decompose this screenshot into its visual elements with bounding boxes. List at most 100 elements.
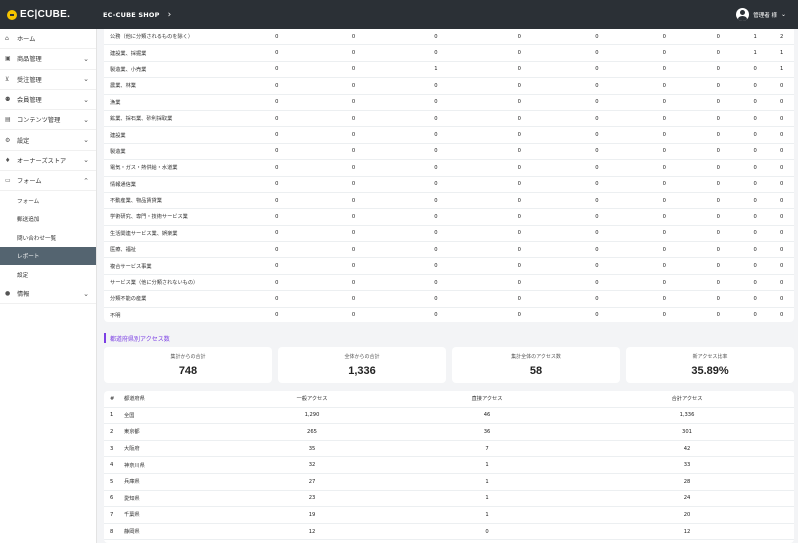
row-label: 漁業 [110,99,121,106]
table-cell: 0 [716,213,720,220]
table-cell: 0 [716,279,720,286]
table-cell: 0 [351,213,356,220]
table-cell: 0 [595,197,599,204]
table-cell: 28 [683,478,691,485]
table-cell: 0 [517,230,521,237]
row-label: 製造業 [110,148,126,155]
table-cell: 3 [110,445,114,452]
table-row: 漁業 0 0 0 0 0 0 0 0 0 [104,95,794,111]
sidebar-item-label: 情報 [17,291,30,299]
prefecture-table: # 都道府県 一般アクセス 直接アクセス 合計アクセス 1 全国 1,290 46 1,336 2 東… [104,391,794,543]
table-cell: 0 [275,148,279,155]
table-cell: 0 [517,33,521,40]
table-cell: 0 [753,263,757,270]
table-cell: 0 [517,246,521,253]
table-cell: 0 [517,295,521,302]
table-cell: 0 [351,115,356,122]
table-cell: 1 [110,412,114,419]
table-cell: 0 [780,279,784,286]
table-cell: 1,336 [679,412,695,419]
table-cell: 0 [517,115,521,122]
table-cell: 0 [351,132,356,139]
table-cell: 42 [683,445,691,452]
table-cell: 0 [275,33,279,40]
table-cell: 0 [351,148,356,155]
table-cell: 24 [683,495,691,502]
chevron-right-icon: › [167,9,172,20]
shop-link[interactable]: EC-CUBE SHOP › [103,10,171,20]
table-cell: 0 [517,148,521,155]
sidebar-subitem-4[interactable]: 設定 [0,265,96,284]
sidebar-item-1[interactable]: ▣ 商品管理 ⌄ [0,49,96,70]
table-cell: 0 [780,312,784,319]
table-cell: 0 [351,50,356,57]
table-cell: 0 [517,132,521,139]
table-cell: 265 [307,428,317,435]
table-row: 建設業 0 0 0 0 0 0 0 0 0 [104,127,794,144]
sidebar-subitem-0[interactable]: フォーム [0,191,96,210]
table-cell: 0 [780,148,784,155]
table-cell: 0 [716,197,720,204]
sidebar-subitem-2[interactable]: 問い合わせ一覧 [0,228,96,247]
table-cell: 1 [485,478,489,485]
table-cell: 0 [595,82,599,89]
row-label: 情報通信業 [110,181,136,188]
table-cell: 0 [595,312,599,319]
table-cell: 0 [434,164,438,171]
table-cell: 0 [434,230,438,237]
table-cell: 0 [662,213,666,220]
table-cell: 0 [716,312,720,319]
sidebar-item-0[interactable]: ⌂ ホーム [0,29,96,50]
card-value: 58 [529,365,543,377]
row-label: 不明 [110,312,121,319]
row-label: 公務（他に分類されるものを除く） [110,34,194,41]
sidebar-item-4[interactable]: ▤ コンテンツ管理 ⌄ [0,110,96,131]
table-cell: 1 [780,50,784,57]
row-label: 分類不能の産業 [110,296,147,303]
table-cell: 2 [110,428,114,435]
table-cell: 0 [275,213,279,220]
table-cell: 全国 [124,412,135,419]
sidebar-subitem-3[interactable]: レポート [0,246,96,266]
chevron-down-icon: ⌄ [83,54,89,63]
chevron-down-icon: ⌄ [83,95,89,104]
table-cell: 0 [716,263,720,270]
table-row: 4 神奈川県 32 1 33 [104,457,794,474]
table-cell: 0 [351,99,356,106]
chevron-down-icon: ⌄ [83,156,89,165]
sidebar-item-6[interactable]: ♦ オーナーズストア ⌄ [0,151,96,172]
table-cell: 0 [434,295,438,302]
table-cell: 0 [351,197,356,204]
user-menu[interactable]: 管理者 様 ⌄ [736,8,786,21]
sidebar-item-3[interactable]: ⚉ 会員管理 ⌄ [0,90,96,111]
sidebar-item-5[interactable]: ⚙ 設定 ⌄ [0,130,96,151]
table-cell: 0 [434,115,438,122]
logo[interactable]: EC|CUBE. [0,0,97,29]
card-value: 35.89% [691,365,729,377]
table-cell: 0 [275,246,279,253]
card-value: 1,336 [348,365,376,377]
card-label: 新アクセス比率 [692,354,728,360]
sidebar-item-label: オーナーズストア [17,157,67,165]
table-cell: 5 [110,478,114,485]
table-cell: 0 [716,33,720,40]
table-cell: 33 [683,462,691,469]
sidebar-item-7[interactable]: ▭ フォーム ⌃ [0,171,96,192]
sidebar-item-info[interactable]: ● 情報 ⌄ [0,284,96,305]
table-cell: 0 [275,66,279,73]
cart-icon: ⊻ [5,75,10,83]
table-cell: 12 [308,528,316,535]
table-cell: 0 [753,132,757,139]
summary-card: 全体からの合計 1,336 [278,347,446,383]
table-cell: 0 [662,246,666,253]
sidebar-subitem-1[interactable]: 郵送追加 [0,210,96,229]
table-cell: 0 [716,82,720,89]
table-row: 3 大阪府 35 7 42 [104,441,794,458]
table-cell: 静岡県 [124,529,140,536]
table-cell: 0 [351,181,356,188]
table-cell: 0 [351,164,356,171]
table-row: 農業、林業 0 0 0 0 0 0 0 0 0 [104,78,794,95]
table-cell: 301 [682,428,692,435]
sidebar-item-2[interactable]: ⊻ 受注管理 ⌄ [0,70,96,90]
table-cell: 神奈川県 [124,462,145,469]
